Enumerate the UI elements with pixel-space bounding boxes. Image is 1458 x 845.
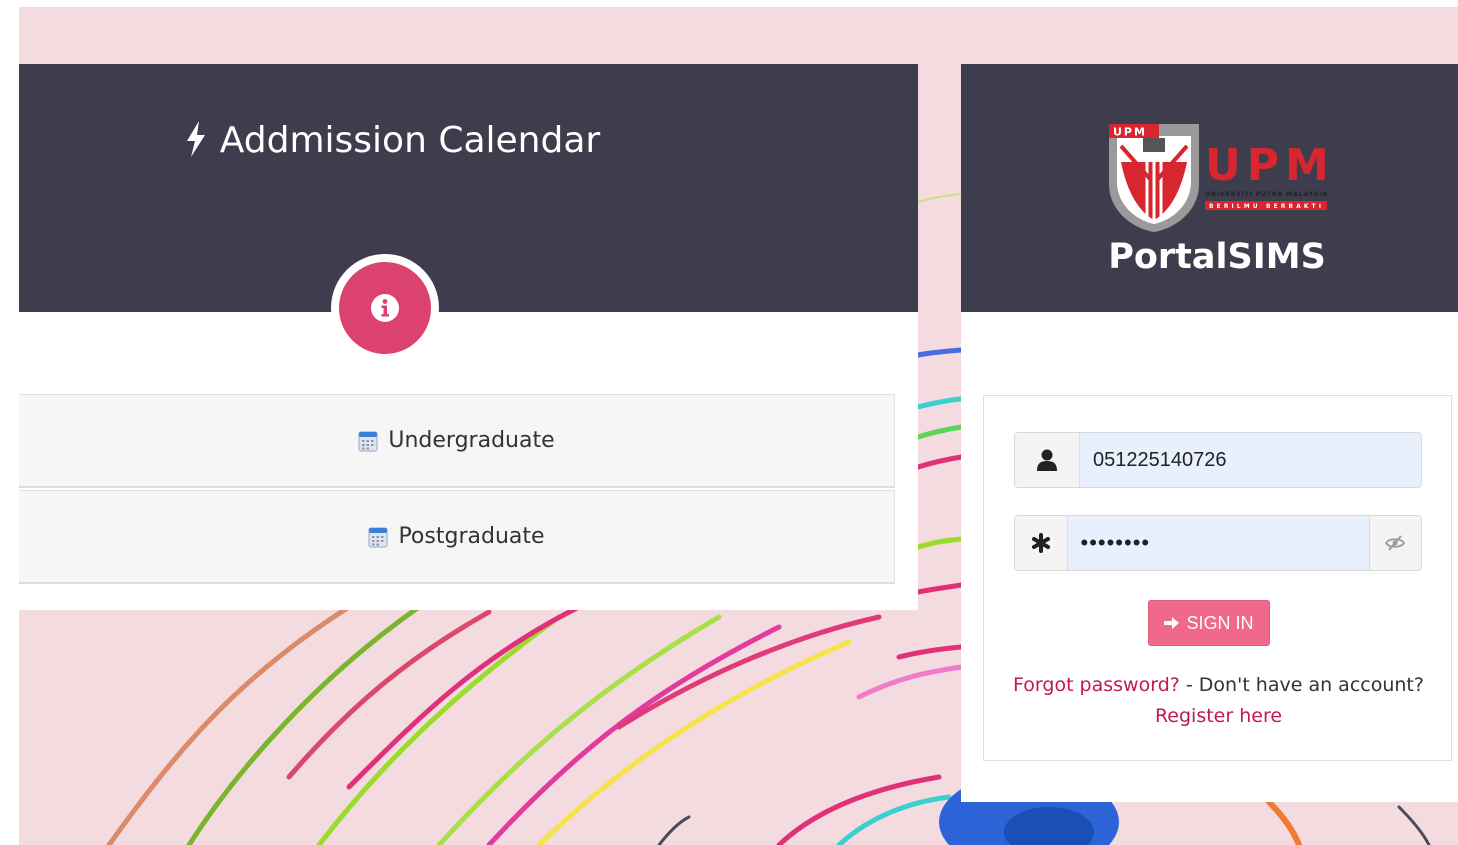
admission-calendar-header: Addmission Calendar [19, 64, 918, 312]
sign-in-button[interactable]: SIGN IN [1148, 600, 1270, 646]
calendar-icon [368, 527, 388, 547]
svg-text:UPM: UPM [1205, 140, 1331, 191]
password-addon [1015, 516, 1068, 570]
username-group [1014, 432, 1422, 488]
sign-in-label: SIGN IN [1186, 612, 1254, 633]
svg-text:BERILMU BERBAKTI: BERILMU BERBAKTI [1209, 204, 1323, 210]
info-icon [371, 294, 399, 322]
eye-slash-icon [1385, 535, 1406, 551]
password-input[interactable] [1067, 516, 1369, 570]
register-line: Register here [984, 705, 1453, 727]
admission-calendar-panel: Addmission Calendar Undergraduate Postgr… [19, 64, 918, 610]
upm-logo: UPM UPM UNIVERSITI PUTRA MALAYSIA BERILM… [1109, 124, 1331, 232]
portal-title: PortalSIMS [1108, 237, 1326, 277]
calendar-title-text: Addmission Calendar [219, 120, 601, 161]
calendar-icon [358, 431, 378, 451]
postgraduate-button[interactable]: Postgraduate [19, 490, 895, 584]
user-icon [1037, 449, 1057, 471]
arrow-right-icon [1164, 617, 1180, 629]
svg-text:UNIVERSITI PUTRA MALAYSIA: UNIVERSITI PUTRA MALAYSIA [1205, 191, 1327, 198]
no-account-text: - Don't have an account? [1179, 674, 1424, 696]
info-badge [331, 254, 439, 362]
help-links: Forgot password? - Don't have an account… [984, 674, 1453, 696]
page-background: Addmission Calendar Undergraduate Postgr… [19, 7, 1458, 845]
bolt-icon [186, 121, 205, 157]
password-group [1014, 515, 1422, 571]
asterisk-icon [1031, 533, 1050, 553]
login-header: UPM UPM UNIVERSITI PUTRA MALAYSIA BERILM… [961, 64, 1458, 312]
register-link[interactable]: Register here [1155, 705, 1282, 727]
postgraduate-label: Postgraduate [398, 524, 545, 549]
undergraduate-button[interactable]: Undergraduate [19, 394, 895, 488]
calendar-title: Addmission Calendar [19, 120, 767, 161]
password-toggle[interactable] [1368, 516, 1421, 570]
login-form: SIGN IN Forgot password? - Don't have an… [983, 395, 1452, 761]
undergraduate-label: Undergraduate [388, 428, 555, 453]
forgot-password-link[interactable]: Forgot password? [1013, 674, 1180, 696]
login-panel: UPM UPM UNIVERSITI PUTRA MALAYSIA BERILM… [961, 64, 1458, 802]
svg-text:UPM: UPM [1113, 126, 1147, 139]
username-input[interactable] [1080, 433, 1421, 487]
username-addon [1015, 433, 1080, 487]
